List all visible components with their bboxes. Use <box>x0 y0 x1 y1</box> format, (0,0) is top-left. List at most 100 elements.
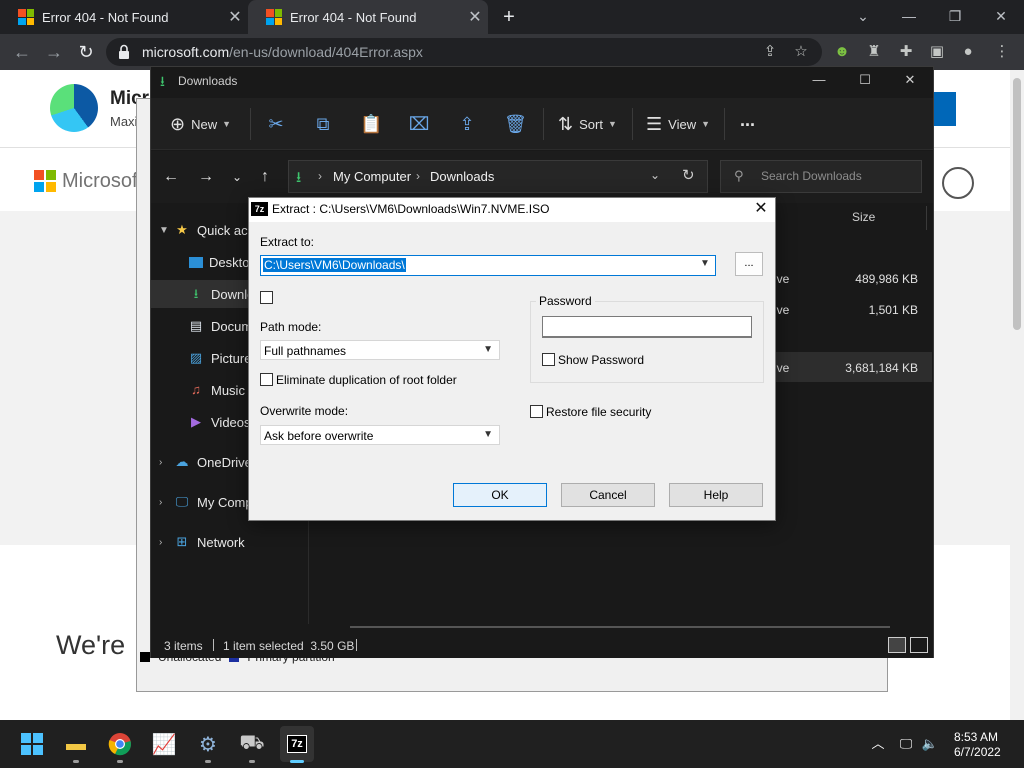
breadcrumb-downloads[interactable]: Downloads <box>430 169 494 184</box>
copy-icon[interactable]: ⧉ <box>312 112 334 136</box>
banner-button[interactable] <box>932 92 956 126</box>
refresh-icon[interactable]: ↻ <box>682 166 695 184</box>
ok-button[interactable]: OK <box>453 483 547 507</box>
back-arrow-icon[interactable]: ← <box>160 166 182 188</box>
more-options-icon[interactable]: ... <box>740 110 755 130</box>
extract-to-value[interactable]: C:\Users\VM6\Downloads\ <box>262 257 407 273</box>
horizontal-scrollbar[interactable] <box>350 626 890 628</box>
share-icon[interactable]: ⇪ <box>456 112 478 136</box>
new-tab-plus-icon[interactable]: + <box>496 5 522 29</box>
dialog-close-icon[interactable]: ✕ <box>750 199 772 219</box>
nav-network[interactable]: › ⊞ Network <box>151 528 309 556</box>
restore-security-checkbox[interactable] <box>530 405 543 418</box>
microsoft-logo-icon[interactable] <box>34 170 56 192</box>
delete-icon[interactable]: 🗑 <box>504 112 527 136</box>
chevron-down-icon: ▼ <box>483 344 493 355</box>
nav-label: Videos <box>211 414 251 430</box>
cancel-button[interactable]: Cancel <box>561 483 655 507</box>
url-text[interactable]: microsoft.com/en-us/download/404Error.as… <box>142 44 423 60</box>
clock-date[interactable]: 6/7/2022 <box>954 745 1001 759</box>
up-arrow-icon[interactable]: ↑ <box>254 166 276 188</box>
volume-icon[interactable]: 🔈 <box>920 735 940 753</box>
overwrite-mode-label: Overwrite mode: <box>260 404 349 418</box>
rename-icon[interactable]: ⌧ <box>408 112 430 136</box>
reload-icon[interactable]: ↻ <box>74 40 98 64</box>
file-explorer-taskbar-icon[interactable]: ▬ <box>60 728 92 760</box>
monitor-app-icon[interactable]: 📈 <box>148 728 180 760</box>
explorer-maximize-icon[interactable]: ☐ <box>850 72 880 90</box>
unlabeled-checkbox[interactable] <box>260 291 273 304</box>
eliminate-duplication-label[interactable]: Eliminate duplication of root folder <box>276 373 457 387</box>
new-label: New <box>191 116 218 132</box>
back-arrow-icon[interactable]: ← <box>10 40 34 64</box>
view-list-icon: ☰ <box>646 113 663 134</box>
paste-icon[interactable]: 📋 <box>360 112 382 136</box>
chrome-taskbar-icon[interactable] <box>104 728 136 760</box>
explorer-close-icon[interactable]: ✕ <box>895 72 925 90</box>
browse-button[interactable]: ... <box>735 252 763 276</box>
menu-kebab-icon[interactable]: ⋮ <box>992 42 1012 62</box>
extension-puzzle-piece-icon[interactable]: ♜ <box>864 42 884 62</box>
bookmark-star-icon[interactable]: ☆ <box>791 42 811 62</box>
chevron-down-icon[interactable]: ▼ <box>700 258 710 269</box>
network-icon: ⊞ <box>176 534 188 549</box>
minimize-icon[interactable]: — <box>886 4 932 28</box>
collapse-chevron-icon[interactable]: ▼ <box>159 225 173 236</box>
account-icon[interactable] <box>942 167 974 199</box>
tiles-view-icon[interactable] <box>910 637 928 653</box>
show-password-checkbox[interactable] <box>542 353 555 366</box>
installer-app-icon[interactable]: ⛟ <box>236 728 268 760</box>
expand-chevron-icon[interactable]: › <box>159 457 173 468</box>
forward-arrow-icon[interactable]: → <box>195 166 217 188</box>
clock-time[interactable]: 8:53 AM <box>954 730 998 744</box>
tab-close-icon[interactable]: ✕ <box>462 7 488 27</box>
breadcrumb-my-computer[interactable]: My Computer <box>333 169 411 184</box>
tab-title: Error 404 - Not Found <box>42 9 169 25</box>
column-header-size[interactable]: Size <box>852 210 875 224</box>
seven-zip-taskbar-icon[interactable]: 7z <box>281 728 313 760</box>
browser-tab-2[interactable]: Error 404 - Not Found ✕ <box>248 0 488 34</box>
microsoft-wordmark[interactable]: Microsof <box>62 170 138 193</box>
settings-gear-icon[interactable]: ⚙ <box>192 728 224 760</box>
start-windows-icon[interactable] <box>16 728 48 760</box>
view-button[interactable]: ☰ View ▼ <box>646 114 710 134</box>
scrollbar-thumb[interactable] <box>1013 78 1021 330</box>
tray-chevron-up-icon[interactable]: ︿ <box>868 735 888 753</box>
extension-face-icon[interactable]: ☻ <box>832 42 852 62</box>
url-path: /en-us/download/404Error.aspx <box>229 44 423 60</box>
help-button[interactable]: Help <box>669 483 763 507</box>
close-icon[interactable]: ✕ <box>978 4 1024 28</box>
new-button[interactable]: ⊕ New ▼ <box>170 114 231 134</box>
expand-chevron-icon[interactable]: › <box>159 497 173 508</box>
restore-icon[interactable]: ❐ <box>932 4 978 28</box>
details-view-icon[interactable] <box>888 637 906 653</box>
windows-logo-icon <box>21 733 43 755</box>
lock-icon <box>119 44 129 59</box>
path-mode-select[interactable]: Full pathnames ▼ <box>260 340 500 360</box>
address-dropdown-icon[interactable]: ⌄ <box>650 168 660 182</box>
sort-button[interactable]: ⇅ Sort ▼ <box>558 114 617 134</box>
expand-chevron-icon[interactable]: › <box>159 537 173 548</box>
restore-security-label[interactable]: Restore file security <box>546 405 651 419</box>
overwrite-mode-value: Ask before overwrite <box>264 429 374 443</box>
tab-close-icon[interactable]: ✕ <box>222 7 248 27</box>
cut-icon[interactable]: ✂ <box>265 112 287 136</box>
column-divider[interactable] <box>926 206 927 230</box>
forward-arrow-icon[interactable]: → <box>42 40 66 64</box>
overwrite-mode-select[interactable]: Ask before overwrite ▼ <box>260 425 500 445</box>
view-label: View <box>668 116 697 132</box>
recent-locations-chevron-icon[interactable]: ⌄ <box>226 166 248 188</box>
microsoft-favicon-icon <box>266 9 282 25</box>
toolbar-divider <box>724 108 725 140</box>
browser-tab-1[interactable]: Error 404 - Not Found ✕ <box>0 0 248 34</box>
profile-icon[interactable]: ● <box>958 42 978 62</box>
eliminate-duplication-checkbox[interactable] <box>260 373 273 386</box>
explorer-minimize-icon[interactable]: — <box>804 72 834 90</box>
extensions-icon[interactable]: ✚ <box>896 42 916 62</box>
share-icon[interactable]: ⇪ <box>760 42 780 62</box>
show-password-label[interactable]: Show Password <box>558 353 644 367</box>
side-panel-icon[interactable]: ▣ <box>927 42 947 62</box>
tab-search-chevron-icon[interactable]: ⌄ <box>840 4 886 28</box>
network-display-icon[interactable]: 🖵 <box>896 735 916 753</box>
password-input[interactable] <box>542 316 752 338</box>
